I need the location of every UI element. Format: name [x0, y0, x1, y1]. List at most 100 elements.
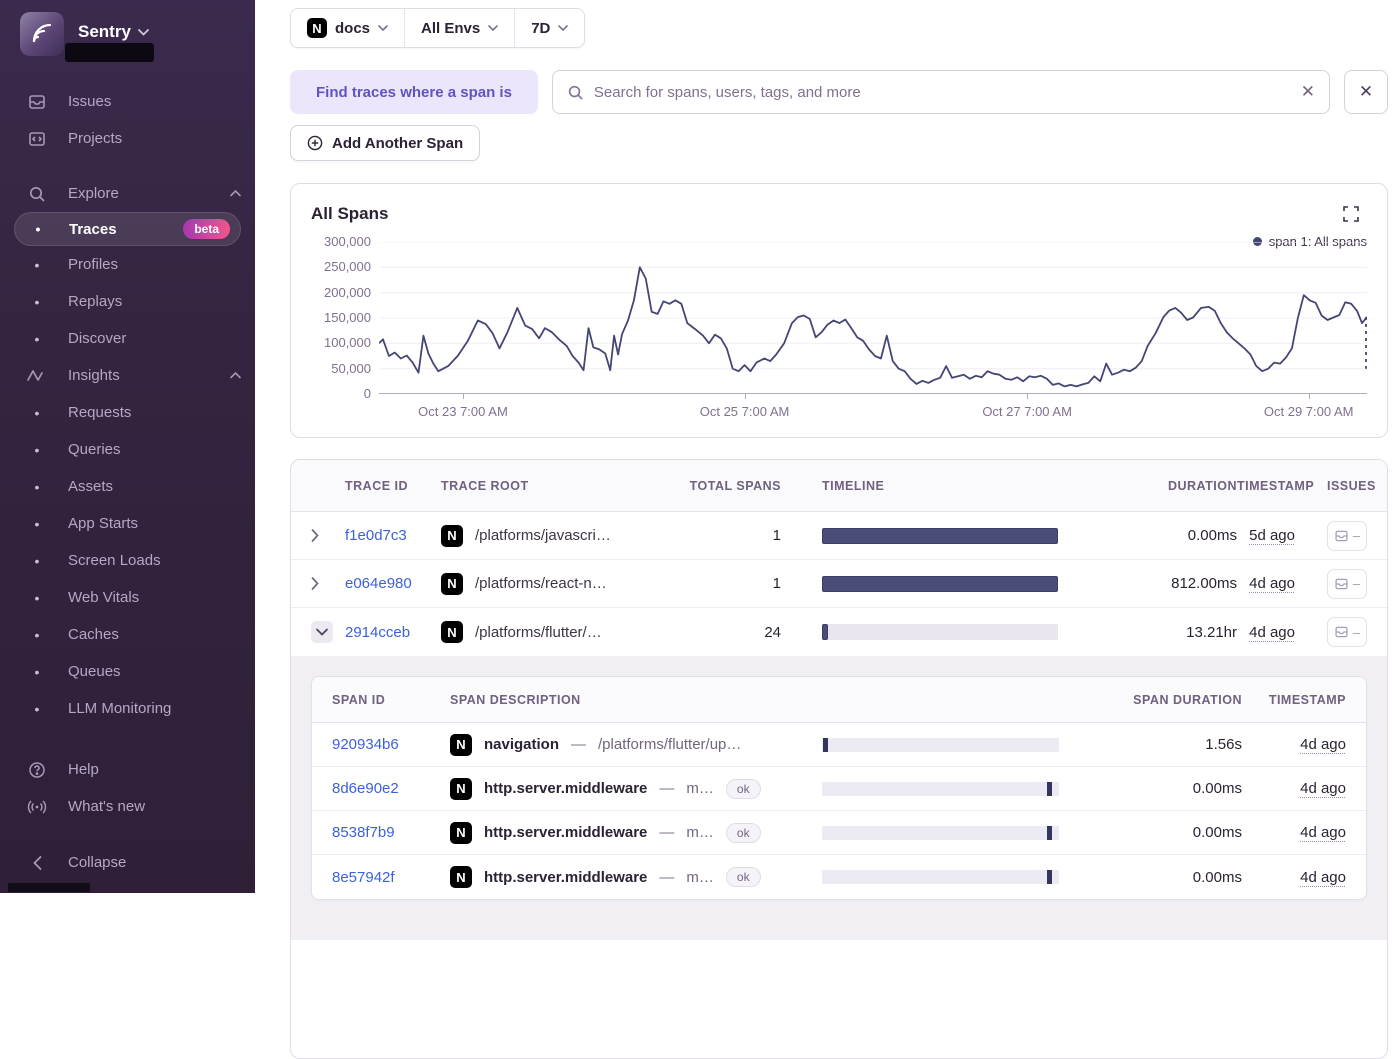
sidebar-item-issues[interactable]: Issues [0, 83, 255, 120]
span-search-box: ✕ [551, 70, 1330, 114]
sidebar-collapse-button[interactable]: Collapse [0, 844, 255, 881]
chart-plot-area[interactable] [379, 242, 1367, 394]
sidebar-item-requests[interactable]: • Requests [0, 394, 255, 431]
sidebar-item-whats-new[interactable]: What's new [0, 788, 255, 825]
duration: 812.00ms [1171, 575, 1237, 592]
collapse-row-chevron[interactable] [311, 621, 333, 643]
timestamp[interactable]: 4d ago [1300, 736, 1346, 753]
sidebar-section-label: Insights [68, 367, 120, 384]
x-axis-tick-label: Oct 23 7:00 AM [418, 404, 508, 419]
timestamp[interactable]: 4d ago [1249, 624, 1295, 641]
separator: — [659, 780, 675, 797]
timeline-track [822, 527, 1058, 544]
span-id-link[interactable]: 8e57942f [332, 869, 450, 886]
project-selector[interactable]: N docs [291, 9, 404, 47]
date-range-selector[interactable]: 7D [514, 9, 584, 47]
y-axis-tick-label: 250,000 [324, 259, 371, 275]
sidebar-section-explore[interactable]: Explore [0, 175, 255, 212]
chevron-down-icon [558, 25, 569, 31]
sidebar-item-replays[interactable]: • Replays [0, 283, 255, 320]
bullet-icon: • [34, 404, 40, 421]
expand-row-chevron[interactable] [311, 577, 345, 590]
sidebar-item-web-vitals[interactable]: • Web Vitals [0, 579, 255, 616]
sidebar-item-label: Queues [68, 663, 121, 680]
bullet-icon: • [35, 221, 41, 237]
add-another-span-button[interactable]: Add Another Span [290, 125, 481, 161]
org-switcher[interactable]: Sentry [78, 22, 149, 42]
fullscreen-icon[interactable] [1343, 206, 1359, 222]
span-id-link[interactable]: 8538f7b9 [332, 824, 450, 841]
plus-circle-icon [307, 135, 323, 151]
sidebar-section-insights[interactable]: Insights [0, 357, 255, 394]
y-axis: 0 50,000 100,000 150,000 200,000 250,000 300,0… [309, 234, 371, 401]
issues-count: – [1352, 576, 1361, 591]
environment-name: All Envs [421, 19, 481, 37]
sidebar-item-caches[interactable]: • Caches [0, 616, 255, 653]
timestamp[interactable]: 4d ago [1300, 824, 1346, 841]
span-search-input[interactable] [593, 83, 1291, 101]
sidebar-item-label: Assets [68, 478, 114, 495]
timestamp[interactable]: 5d ago [1249, 527, 1295, 544]
line-chart [379, 242, 1367, 394]
span-id-link[interactable]: 8d6e90e2 [332, 780, 450, 797]
sidebar-item-projects[interactable]: Projects [0, 120, 255, 157]
sidebar-section-label: Explore [68, 185, 119, 202]
x-axis-tick-label: Oct 27 7:00 AM [982, 404, 1072, 419]
trace-id-link[interactable]: e064e980 [345, 575, 441, 592]
x-axis-tick-mark [1027, 394, 1029, 399]
sidebar-item-queries[interactable]: • Queries [0, 431, 255, 468]
sidebar-item-llm-monitoring[interactable]: • LLM Monitoring [0, 690, 255, 727]
sidebar-item-discover[interactable]: • Discover [0, 320, 255, 357]
clear-search-icon[interactable]: ✕ [1301, 82, 1315, 102]
trace-id-link[interactable]: 2914cceb [345, 624, 441, 641]
sidebar-item-help[interactable]: Help [0, 751, 255, 788]
bullet-icon: • [34, 552, 40, 569]
expanded-trace-details: SPAN ID SPAN DESCRIPTION SPAN DURATION T… [291, 656, 1387, 940]
sidebar-item-label: What's new [68, 798, 146, 815]
span-id-link[interactable]: 920934b6 [332, 736, 450, 753]
remove-span-filter-button[interactable]: ✕ [1344, 70, 1388, 114]
main-content: N docs All Envs 7D Find traces where a s… [255, 0, 1400, 1059]
timestamp[interactable]: 4d ago [1300, 869, 1346, 886]
sidebar-item-profiles[interactable]: • Profiles [0, 246, 255, 283]
sidebar-item-label: App Starts [68, 515, 139, 532]
issues-button[interactable]: – [1327, 568, 1367, 599]
sentry-logo[interactable] [20, 12, 64, 56]
total-spans: 1 [772, 527, 781, 544]
sidebar-item-traces[interactable]: • Traces beta [14, 212, 241, 246]
span-filter-row: Find traces where a span is ✕ ✕ [290, 70, 1388, 114]
sentry-glyph-icon [32, 23, 52, 43]
bullet-icon: • [34, 256, 40, 273]
sidebar-item-screen-loads[interactable]: • Screen Loads [0, 542, 255, 579]
date-range-value: 7D [531, 19, 551, 37]
timestamp[interactable]: 4d ago [1249, 575, 1295, 592]
traces-table: TRACE ID TRACE ROOT TOTAL SPANS TIMELINE… [290, 459, 1388, 1059]
bullet-icon: • [34, 441, 40, 458]
column-header: TIMESTAMP [1268, 692, 1346, 707]
span-row: 920934b6 N navigation — /platforms/flutt… [312, 723, 1366, 767]
add-another-span-label: Add Another Span [332, 134, 464, 152]
timeline-bar [822, 624, 828, 640]
timestamp[interactable]: 4d ago [1300, 780, 1346, 797]
span-timeline-track [822, 737, 1059, 752]
issues-button[interactable]: – [1327, 617, 1367, 647]
nextjs-icon: N [450, 733, 472, 756]
trace-id-link[interactable]: f1e0d7c3 [345, 527, 441, 544]
x-axis-tick-label: Oct 25 7:00 AM [699, 404, 790, 419]
duration: 13.21hr [1186, 623, 1237, 641]
issues-button[interactable]: – [1327, 520, 1367, 551]
y-axis-tick-label: 150,000 [324, 310, 371, 325]
sidebar-item-queues[interactable]: • Queues [0, 653, 255, 690]
environment-selector[interactable]: All Envs [404, 9, 514, 47]
issues-icon [1335, 578, 1348, 589]
y-axis-tick-label: 300,000 [324, 234, 371, 249]
sidebar-item-app-starts[interactable]: • App Starts [0, 505, 255, 542]
expand-row-chevron[interactable] [311, 529, 345, 542]
help-icon [27, 761, 47, 779]
page-filters-bar: N docs All Envs 7D [290, 8, 586, 48]
sidebar-item-assets[interactable]: • Assets [0, 468, 255, 505]
bullet-icon: • [34, 478, 40, 495]
chevron-down-icon [488, 25, 499, 31]
span-timeline-bar [1047, 825, 1053, 840]
bullet-icon: • [34, 663, 40, 680]
